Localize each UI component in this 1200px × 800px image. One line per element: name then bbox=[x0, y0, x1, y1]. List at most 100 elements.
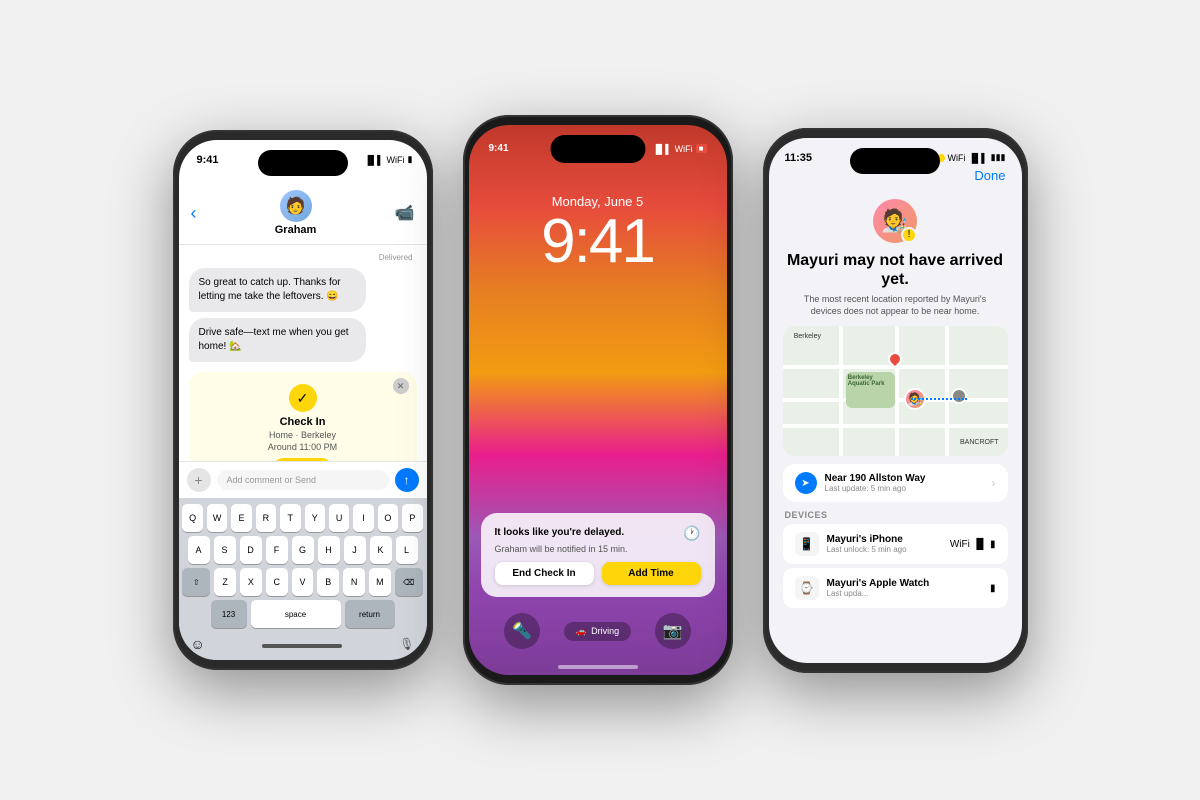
devices-label: DEVICES bbox=[783, 510, 1008, 520]
key-x[interactable]: X bbox=[240, 568, 262, 596]
key-u[interactable]: U bbox=[329, 504, 349, 532]
iphone-battery-icon: ▮ bbox=[990, 539, 996, 550]
bubble2-text: Drive safe—text me when you get home! 🏡 bbox=[199, 327, 349, 352]
keyboard-bottom: ☺ 🎙 bbox=[183, 632, 423, 652]
devices-section: DEVICES 📱 Mayuri's iPhone Last unlock: 5… bbox=[783, 510, 1008, 612]
watch-sub: Last upda... bbox=[827, 589, 982, 598]
key-t[interactable]: T bbox=[280, 504, 300, 532]
lock-status-time: 9:41 bbox=[489, 143, 509, 154]
watch-battery-icon: ▮ bbox=[990, 583, 996, 594]
check-in-location: Home · Berkeley bbox=[269, 430, 336, 440]
map-park-label: BerkeleyAquatic Park bbox=[848, 375, 885, 387]
iphone-sub: Last unlock: 5 min ago bbox=[827, 545, 942, 554]
key-h[interactable]: H bbox=[318, 536, 340, 564]
mic-button[interactable]: 🎙 bbox=[399, 637, 414, 651]
contact-info: 🧑 Graham bbox=[275, 190, 317, 236]
contact-avatar: 🧑 bbox=[280, 190, 312, 222]
key-l[interactable]: L bbox=[396, 536, 418, 564]
phones-container: 9:41 ▐▌▌ WiFi ▮ ‹ 🧑 Graham 📹 bbox=[153, 95, 1048, 705]
key-r[interactable]: R bbox=[256, 504, 276, 532]
location-name: Near 190 Allston Way bbox=[825, 473, 926, 484]
keyboard-row-1: Q W E R T Y U I O P bbox=[183, 504, 423, 532]
device-iphone-row[interactable]: 📱 Mayuri's iPhone Last unlock: 5 min ago… bbox=[783, 524, 1008, 564]
key-q[interactable]: Q bbox=[182, 504, 202, 532]
key-a[interactable]: A bbox=[188, 536, 210, 564]
iphone-info: Mayuri's iPhone Last unlock: 5 min ago bbox=[827, 534, 942, 554]
keyboard-row-2: A S D F G H J K L bbox=[183, 536, 423, 564]
driving-icon: 🚗 bbox=[576, 626, 587, 637]
watch-name: Mayuri's Apple Watch bbox=[827, 578, 982, 589]
key-b[interactable]: B bbox=[317, 568, 339, 596]
emoji-button[interactable]: ☺ bbox=[191, 636, 205, 652]
findmy-map: BerkeleyAquatic Park Berkeley BANCROFT 🧑… bbox=[783, 326, 1008, 456]
key-g[interactable]: G bbox=[292, 536, 314, 564]
check-in-checkmark: ✓ bbox=[289, 384, 317, 412]
space-key[interactable]: space bbox=[251, 600, 341, 628]
key-p[interactable]: P bbox=[402, 504, 422, 532]
phone-findmy: 11:35 WiFi ▐▌▌ ▮▮▮ Done 🧑‍🎨 bbox=[763, 128, 1028, 673]
messages-screen: 9:41 ▐▌▌ WiFi ▮ ‹ 🧑 Graham 📹 bbox=[179, 140, 427, 660]
check-in-close-button[interactable]: ✕ bbox=[393, 378, 409, 394]
messages-body: Delivered So great to catch up. Thanks f… bbox=[179, 245, 427, 461]
device-watch-row[interactable]: ⌚ Mayuri's Apple Watch Last upda... ▮ bbox=[783, 568, 1008, 608]
bubble1-text: So great to catch up. Thanks for letting… bbox=[199, 277, 341, 302]
keyboard-row-3: ⇧ Z X C V B N M ⌫ bbox=[183, 568, 423, 596]
map-label-bancroft: BANCROFT bbox=[960, 439, 999, 446]
map-route-line bbox=[911, 398, 967, 400]
key-w[interactable]: W bbox=[207, 504, 227, 532]
notif-icon: 🕐 bbox=[683, 525, 700, 542]
findmy-wifi-icon: WiFi bbox=[948, 153, 966, 163]
delete-key[interactable]: ⌫ bbox=[395, 568, 423, 596]
key-c[interactable]: C bbox=[266, 568, 288, 596]
check-in-time: Around 11:00 PM bbox=[268, 442, 337, 452]
received-bubble-1: So great to catch up. Thanks for letting… bbox=[189, 268, 367, 312]
key-s[interactable]: S bbox=[214, 536, 236, 564]
status-time-1: 9:41 bbox=[197, 154, 219, 166]
driving-label: Driving bbox=[591, 626, 619, 636]
lock-screen: 9:41 ▐▌▌ WiFi ■ Monday, June 5 9:41 It l… bbox=[469, 125, 727, 675]
phone-messages: 9:41 ▐▌▌ WiFi ▮ ‹ 🧑 Graham 📹 bbox=[173, 130, 433, 670]
key-y[interactable]: Y bbox=[305, 504, 325, 532]
location-text: Near 190 Allston Way Last update: 5 min … bbox=[825, 473, 926, 493]
location-icon: ➤ bbox=[795, 472, 817, 494]
key-f[interactable]: F bbox=[266, 536, 288, 564]
send-button[interactable]: ↑ bbox=[395, 468, 419, 492]
key-d[interactable]: D bbox=[240, 536, 262, 564]
location-row[interactable]: ➤ Near 190 Allston Way Last update: 5 mi… bbox=[783, 464, 1008, 502]
flashlight-button[interactable]: 🔦 bbox=[504, 613, 540, 649]
findmy-status-icons: WiFi ▐▌▌ ▮▮▮ bbox=[937, 152, 1006, 164]
status-bar-right-1: ▐▌▌ WiFi ▮ bbox=[364, 154, 412, 165]
key-z[interactable]: Z bbox=[214, 568, 236, 596]
message-input[interactable]: Add comment or Send bbox=[217, 470, 389, 490]
video-call-button[interactable]: 📹 bbox=[395, 203, 415, 223]
key-v[interactable]: V bbox=[292, 568, 314, 596]
iphone-signal-icon: ▐▌ bbox=[973, 539, 987, 550]
done-button[interactable]: Done bbox=[974, 168, 1005, 183]
end-checkin-button[interactable]: End Check In bbox=[495, 562, 594, 585]
dynamic-island-3 bbox=[850, 148, 940, 174]
battery-icon-1: ▮ bbox=[408, 154, 413, 165]
key-k[interactable]: K bbox=[370, 536, 392, 564]
signal-icon: ▐▌▌ bbox=[364, 155, 383, 165]
key-e[interactable]: E bbox=[231, 504, 251, 532]
map-gray-pin bbox=[951, 388, 967, 404]
key-o[interactable]: O bbox=[378, 504, 398, 532]
key-m[interactable]: M bbox=[369, 568, 391, 596]
back-button[interactable]: ‹ bbox=[191, 203, 197, 224]
key-j[interactable]: J bbox=[344, 536, 366, 564]
edit-button[interactable]: Edit bbox=[273, 458, 332, 461]
numbers-key[interactable]: 123 bbox=[211, 600, 247, 628]
driving-indicator: 🚗 Driving bbox=[564, 622, 631, 641]
findmy-battery-icon: ▮▮▮ bbox=[991, 152, 1006, 163]
iphone-status-icons: WiFi ▐▌ ▮ bbox=[950, 539, 996, 550]
watch-icon: ⌚ bbox=[795, 576, 819, 600]
check-in-card: ✕ ✓ Check In Home · Berkeley Around 11:0… bbox=[189, 372, 417, 461]
shift-key[interactable]: ⇧ bbox=[182, 568, 210, 596]
key-i[interactable]: I bbox=[353, 504, 373, 532]
key-n[interactable]: N bbox=[343, 568, 365, 596]
camera-button[interactable]: 📷 bbox=[655, 613, 691, 649]
phone-lockscreen: 9:41 ▐▌▌ WiFi ■ Monday, June 5 9:41 It l… bbox=[463, 115, 733, 685]
return-key[interactable]: return bbox=[345, 600, 395, 628]
add-time-button[interactable]: Add Time bbox=[602, 562, 701, 585]
add-attachment-button[interactable]: + bbox=[187, 468, 211, 492]
